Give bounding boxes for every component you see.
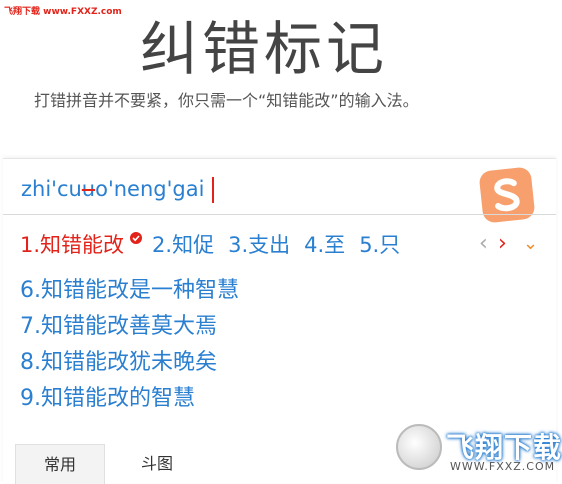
prev-page-icon[interactable]: ‹ — [479, 231, 488, 256]
list-item[interactable]: 7.知错能改善莫大焉 — [20, 309, 239, 345]
next-page-icon[interactable]: › — [498, 231, 507, 256]
candidate-2[interactable]: 2.知促 — [152, 229, 214, 259]
sogou-logo-icon[interactable] — [478, 166, 536, 224]
list-item[interactable]: 8.知错能改犹未晚矣 — [20, 345, 239, 381]
pinyin-after: o'neng'gai — [95, 177, 205, 201]
candidate-list: 6.知错能改是一种智慧 7.知错能改善莫大焉 8.知错能改犹未晚矣 9.知错能改… — [20, 273, 239, 417]
divider — [3, 214, 556, 215]
page-subtitle: 打错拼音并不要紧，你只需一个“知错能改”的输入法。 — [34, 91, 419, 110]
candidate-3[interactable]: 3.支出 — [228, 229, 290, 259]
watermark-top: 飞翔下载 www.FXXZ.com — [4, 7, 122, 17]
pinyin-before: zhi'cu — [21, 177, 82, 201]
candidate-4[interactable]: 4.至 — [304, 229, 345, 259]
page-title: 纠错标记 — [140, 15, 389, 83]
tab-sticker[interactable]: 斗图 — [113, 444, 201, 483]
fxxz-logo-icon — [396, 424, 442, 470]
watermark-bottom: 飞翔下载 WWW.FXXZ.COM — [396, 424, 561, 478]
candidate-1[interactable]: 1.知错能改 — [20, 229, 124, 259]
candidate-5[interactable]: 5.只 — [359, 229, 400, 259]
check-icon — [130, 232, 143, 244]
expand-icon[interactable]: ⌄ — [523, 233, 538, 254]
tab-common[interactable]: 常用 — [15, 444, 105, 484]
pinyin-input[interactable]: zhi'cuuo'neng'gai — [21, 177, 215, 203]
candidate-row: 1.知错能改 2.知促 3.支出 4.至 5.只 — [20, 229, 414, 261]
list-item[interactable]: 9.知错能改的智慧 — [20, 381, 239, 417]
pinyin-struck: u — [81, 177, 96, 201]
watermark-url: WWW.FXXZ.COM — [450, 460, 556, 473]
text-caret — [212, 177, 215, 203]
list-item[interactable]: 6.知错能改是一种智慧 — [20, 273, 239, 309]
